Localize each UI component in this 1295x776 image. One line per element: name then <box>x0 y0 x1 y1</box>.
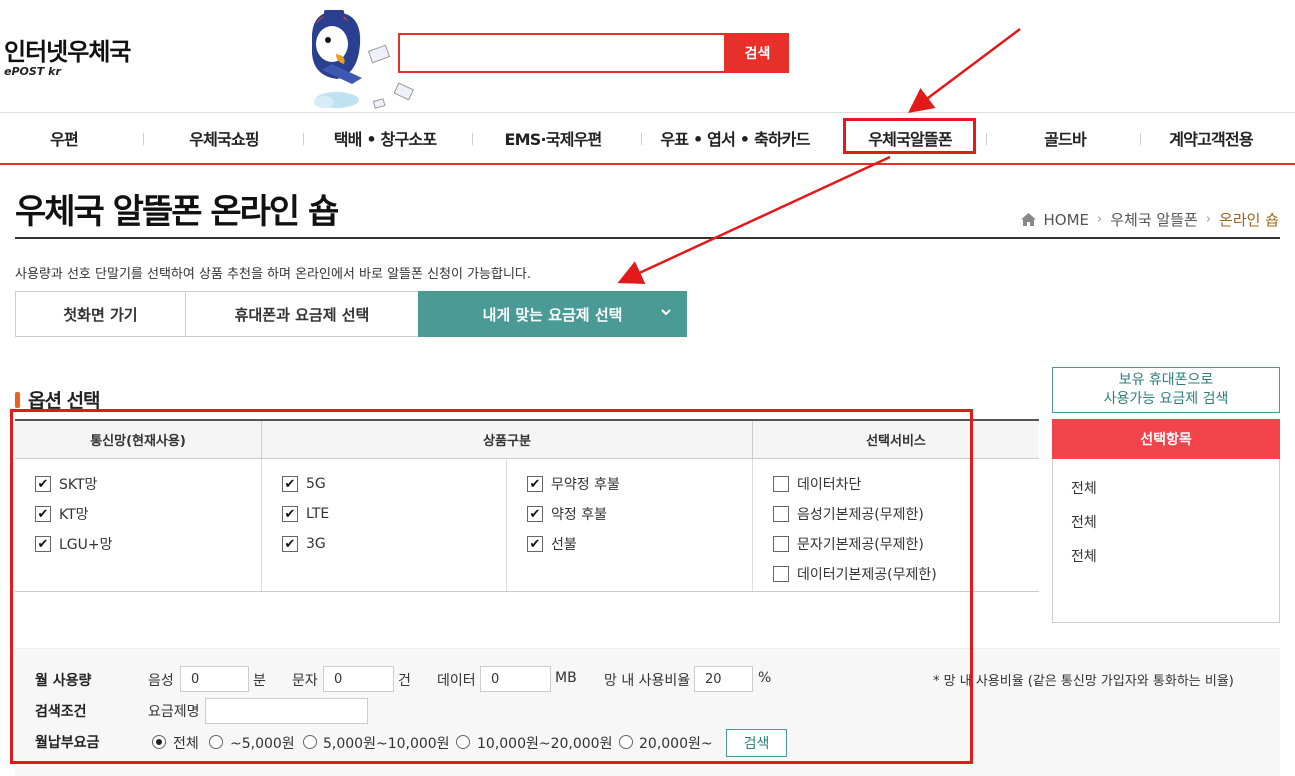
epost-logo[interactable]: 인터넷우체국 ePOST kr <box>4 32 131 78</box>
gnb-item-shopping[interactable]: 우체국쇼핑 <box>150 113 298 163</box>
page-description: 사용량과 선호 단말기를 선택하여 상품 추천을 하며 온라인에서 바로 알뜰폰… <box>15 267 532 282</box>
ratio-note: * 망 내 사용비율 (같은 통신망 가입자와 통화하는 비율) <box>933 674 1234 689</box>
logo-title: 인터넷우체국 <box>4 38 131 66</box>
breadcrumb: HOME › 우체국 알뜰폰 › 온라인 숍 <box>1020 209 1279 230</box>
gnb-item-parcel[interactable]: 택배 • 창구소포 <box>310 113 460 163</box>
tab-phone-and-plan[interactable]: 휴대폰과 요금제 선택 <box>185 291 419 337</box>
selected-item: 전체 <box>1071 549 1097 565</box>
gnb-divider <box>1140 133 1141 145</box>
gnb-item-mail[interactable]: 우편 <box>0 113 128 163</box>
annotation-highlight-box <box>10 409 973 764</box>
tab-my-plan-label: 내게 맞는 요금제 선택 <box>482 305 623 324</box>
global-navigation: 우편 우체국쇼핑 택배 • 창구소포 EMS·국제우편 우표 • 엽서 • 축하… <box>0 112 1295 165</box>
tab-my-plan[interactable]: 내게 맞는 요금제 선택 <box>418 291 687 337</box>
gnb-item-stamps[interactable]: 우표 • 엽서 • 축하카드 <box>648 113 822 163</box>
gnb-item-contract[interactable]: 계약고객전용 <box>1146 113 1276 163</box>
breadcrumb-current: 온라인 숍 <box>1219 211 1279 229</box>
selected-items-header: 선택항목 <box>1052 419 1280 459</box>
owned-phone-search-button[interactable]: 보유 휴대폰으로 사용가능 요금제 검색 <box>1052 367 1280 413</box>
annotation-highlight-box <box>843 118 976 154</box>
annotation-arrow <box>617 155 891 284</box>
gnb-divider <box>641 133 642 145</box>
section-bullet <box>15 391 20 408</box>
chevron-right-icon: › <box>1097 212 1103 227</box>
owned-phone-line1: 보유 휴대폰으로 <box>1118 372 1214 388</box>
selected-item: 전체 <box>1071 515 1097 531</box>
owned-phone-line2: 사용가능 요금제 검색 <box>1103 391 1229 407</box>
annotation-arrow <box>908 28 1021 113</box>
main-search-button[interactable]: 검색 <box>726 33 789 73</box>
breadcrumb-home[interactable]: HOME <box>1044 211 1090 229</box>
title-divider <box>15 237 1280 239</box>
gnb-item-goldbar[interactable]: 골드바 <box>995 113 1135 163</box>
main-search-input[interactable] <box>398 33 726 73</box>
gnb-divider <box>472 133 473 145</box>
gnb-item-ems[interactable]: EMS·국제우편 <box>478 113 628 163</box>
tab-home[interactable]: 첫화면 가기 <box>15 291 186 337</box>
gnb-divider <box>143 133 144 145</box>
chevron-down-icon <box>661 309 671 316</box>
selected-item: 전체 <box>1071 481 1097 497</box>
selected-items-list: 전체 전체 전체 <box>1052 459 1280 623</box>
chevron-right-icon: › <box>1205 212 1212 227</box>
breadcrumb-mvno[interactable]: 우체국 알뜰폰 <box>1110 209 1198 230</box>
gnb-divider <box>303 133 304 145</box>
home-icon <box>1020 213 1036 226</box>
gnb-divider <box>986 133 987 145</box>
page-title: 우체국 알뜰폰 온라인 숍 <box>15 192 339 232</box>
